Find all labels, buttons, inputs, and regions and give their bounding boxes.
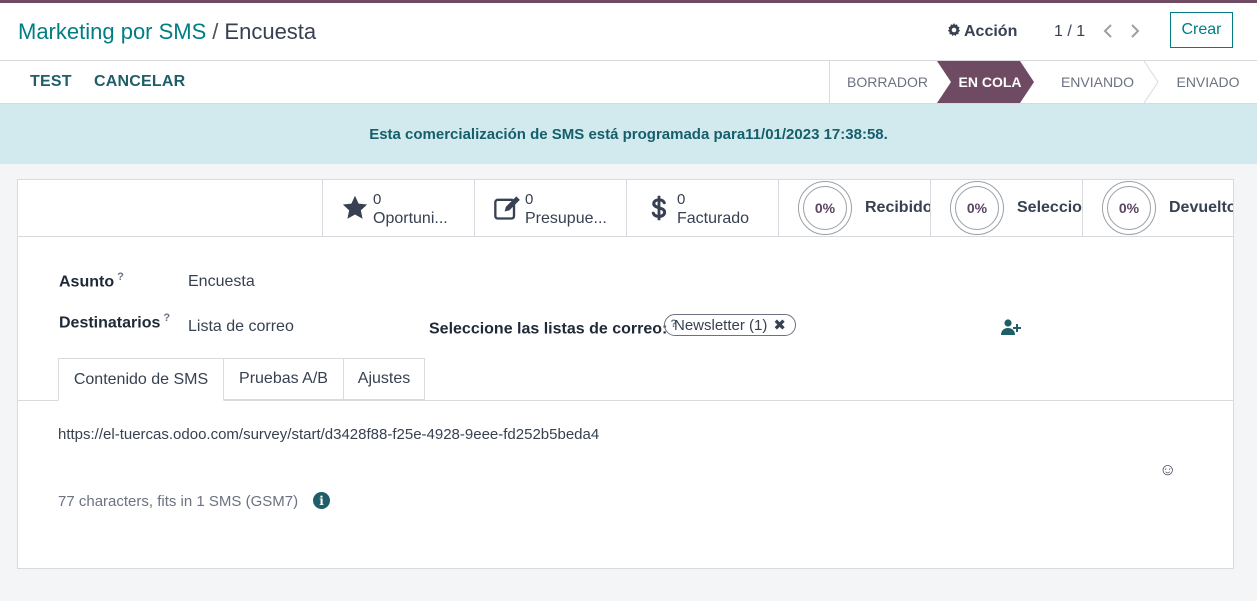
sms-character-count: 77 characters, fits in 1 SMS (GSM7) — [58, 493, 299, 510]
smart-button-label: Oportuni... — [373, 210, 448, 227]
smart-button-value: 0 — [525, 191, 534, 208]
info-icon[interactable]: i — [313, 492, 330, 509]
stage-en-cola[interactable]: EN COLA — [950, 61, 1030, 103]
control-panel: Marketing por SMS / Encuesta Acción 1 / 1 … — [0, 3, 1257, 61]
recipients-field[interactable]: Lista de correo — [188, 318, 294, 336]
invoiced-smart-button[interactable]: 0 Facturado — [626, 180, 778, 236]
action-menu-button[interactable]: Acción — [947, 23, 1017, 41]
gauge-label: Recibido — [865, 199, 930, 216]
emoji-picker-icon[interactable]: ☺ — [1159, 460, 1176, 480]
recipients-label-text: Destinatarios — [59, 314, 161, 332]
mailing-list-tag-label: Newsletter (1) — [674, 316, 768, 334]
add-user-icon[interactable] — [1001, 319, 1021, 335]
mailing-lists-label: Seleccione las listas de correo:? — [429, 318, 677, 338]
stage-enviando[interactable]: ENVIANDO — [1035, 61, 1160, 103]
received-gauge-button[interactable]: 0% Recibido — [778, 180, 930, 236]
smart-button-value: 0 — [373, 191, 382, 208]
gear-icon — [947, 23, 961, 37]
mailing-list-tag[interactable]: Newsletter (1) ✖ — [664, 314, 796, 336]
gauge-label: Devuelto — [1169, 199, 1233, 216]
test-button[interactable]: TEST — [30, 73, 72, 91]
recipients-help-icon[interactable]: ? — [163, 312, 170, 324]
subject-label: Asunto? — [59, 271, 124, 291]
tab-sms-content[interactable]: Contenido de SMS — [58, 358, 224, 401]
progress-gauge: 0% — [798, 181, 852, 235]
stage-enviado[interactable]: ENVIADO — [1158, 61, 1257, 103]
breadcrumb-separator: / — [212, 19, 219, 44]
notebook-tabs: Contenido de SMS Pruebas A/B Ajustes — [18, 358, 1233, 401]
edit-icon — [494, 196, 520, 220]
subject-help-icon[interactable]: ? — [117, 271, 124, 283]
breadcrumb: Marketing por SMS / Encuesta — [18, 19, 316, 45]
tab-settings[interactable]: Ajustes — [343, 358, 425, 400]
create-button[interactable]: Crear — [1170, 12, 1233, 48]
breadcrumb-parent-link[interactable]: Marketing por SMS — [18, 19, 206, 44]
status-bar: TEST CANCELAR BORRADOR EN COLA ENVIANDO … — [0, 61, 1257, 104]
smart-button-label: Facturado — [677, 210, 750, 227]
tab-ab-testing[interactable]: Pruebas A/B — [223, 358, 344, 400]
progress-gauge: 0% — [950, 181, 1004, 235]
bounced-gauge-button[interactable]: 0% Devuelto — [1082, 180, 1233, 236]
pager-value[interactable]: 1 / 1 — [1054, 23, 1085, 41]
smart-button-value: 0 — [677, 191, 686, 208]
mailing-lists-label-text: Seleccione las listas de correo: — [429, 320, 668, 338]
gauge-value: 0% — [1107, 186, 1151, 230]
recipients-label: Destinatarios? — [59, 312, 170, 332]
gauge-value: 0% — [955, 186, 999, 230]
pager-previous-icon[interactable] — [1102, 23, 1114, 39]
sms-body-field[interactable]: https://el-tuercas.odoo.com/survey/start… — [58, 426, 599, 443]
stage-pipeline: BORRADOR EN COLA ENVIANDO ENVIADO — [829, 61, 1257, 103]
page-title: Encuesta — [224, 19, 317, 44]
action-label: Acción — [964, 23, 1018, 40]
progress-gauge: 0% — [1102, 181, 1156, 235]
pager-next-icon[interactable] — [1129, 23, 1141, 39]
smart-button-label: Presupue... — [525, 210, 607, 227]
stage-borrador[interactable]: BORRADOR — [830, 61, 945, 103]
scheduled-alert: Esta comercialización de SMS está progra… — [0, 104, 1257, 164]
form-sheet: 0 Oportuni... 0 Presupue... 0 Facturado … — [17, 179, 1234, 569]
star-icon — [342, 195, 368, 219]
subject-field[interactable]: Encuesta — [188, 273, 255, 291]
smart-button-box: 0 Oportuni... 0 Presupue... 0 Facturado … — [18, 180, 1233, 237]
quotations-smart-button[interactable]: 0 Presupue... — [474, 180, 626, 236]
gauge-value: 0% — [803, 186, 847, 230]
tag-remove-icon[interactable]: ✖ — [773, 316, 786, 334]
opportunities-smart-button[interactable]: 0 Oportuni... — [322, 180, 474, 236]
clicked-gauge-button[interactable]: 0% Seleccior — [930, 180, 1082, 236]
gauge-label: Seleccior — [1017, 199, 1082, 216]
dollar-icon — [651, 195, 667, 221]
cancel-button[interactable]: CANCELAR — [94, 73, 185, 91]
subject-label-text: Asunto — [59, 273, 115, 291]
